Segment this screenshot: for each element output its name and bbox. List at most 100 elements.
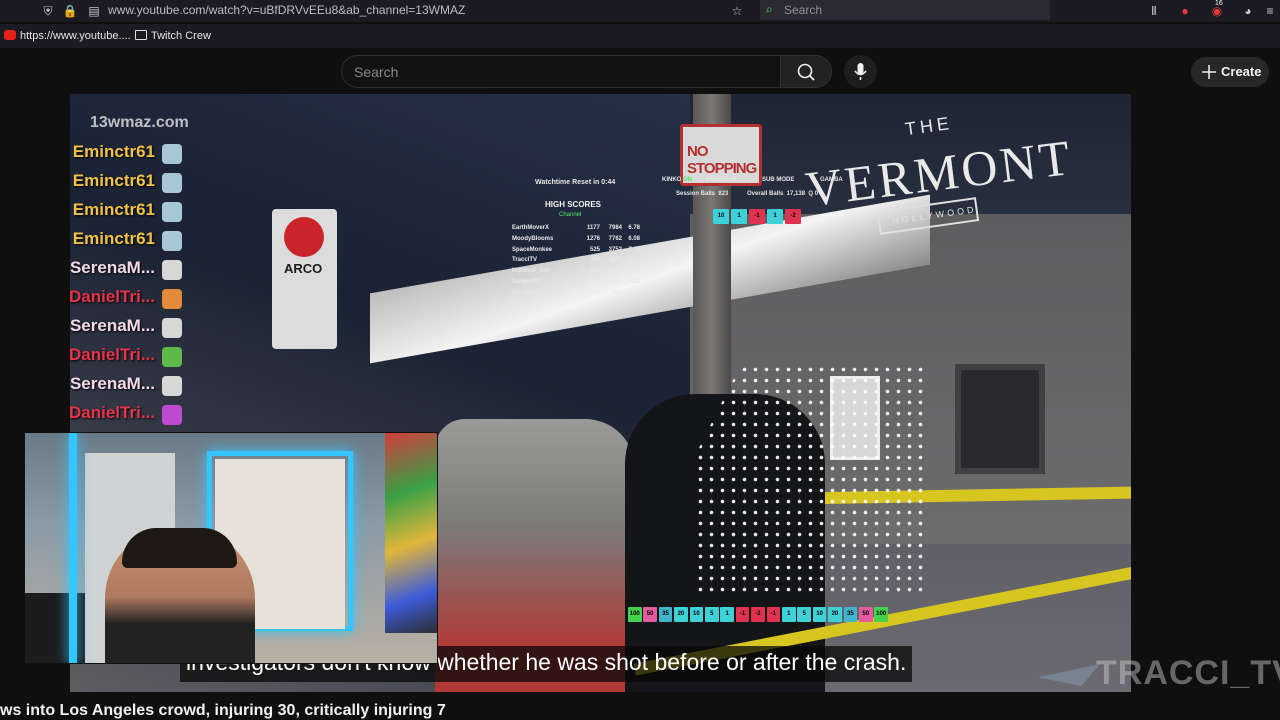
search-icon [797, 63, 815, 81]
bottom-score-chip: 50 [643, 607, 657, 622]
overall-balls-value: 17,138 [786, 191, 806, 197]
chat-emote-icon [162, 202, 182, 222]
high-score-name: BassMom [512, 289, 541, 296]
chat-username: SerenaM... [69, 316, 155, 335]
bookmark-twitch-crew[interactable]: Twitch Crew [135, 30, 211, 42]
bottom-score-chip: 5 [705, 607, 719, 622]
chat-message: DanielTri... [20, 403, 155, 429]
high-scores-title: HIGH SCORES [545, 200, 602, 209]
the-sign-text: THE [903, 112, 955, 140]
high-score-name: TracciTV [512, 257, 538, 264]
bottom-score-chip: 35 [843, 607, 858, 622]
bookmark-youtube[interactable]: https://www.youtube.... [4, 30, 131, 42]
chat-emote-icon [162, 405, 182, 425]
chat-message: SerenaM... [20, 374, 155, 400]
top-score-chip: 1 [767, 209, 783, 224]
url-text[interactable]: www.youtube.com/watch?v=uBfDRVvEEu8&ab_c… [108, 3, 465, 17]
chat-username: DanielTri... [69, 403, 155, 422]
folder-icon [135, 30, 147, 40]
arco-sign: ARCO [272, 209, 337, 349]
session-balls-label: Session Balls [676, 191, 716, 197]
freeplay-label: FREEPLAY [706, 177, 738, 183]
bottom-score-chip: -1 [735, 607, 750, 622]
arco-logo [284, 217, 324, 257]
chat-emote-icon [162, 347, 182, 367]
high-score-row: MoodyBlooms 1276 7762 6.08 [512, 236, 640, 246]
gamba-label: GAMBA [820, 177, 843, 183]
chat-message: Eminctr61 [20, 171, 155, 197]
bookmark-star-icon[interactable]: ☆ [729, 3, 745, 19]
bottom-score-chip: 20 [828, 607, 842, 622]
high-score-c: 5.36 [628, 268, 640, 275]
bottom-score-chip: 20 [674, 607, 688, 622]
overall-balls: Overall Balls 17,138 Q 0 [747, 191, 818, 197]
kinko-label: KINKO [662, 177, 682, 183]
menu-icon[interactable]: ≡ [1262, 3, 1278, 19]
youtube-search-input[interactable]: Search [341, 55, 781, 88]
high-score-c: 6.78 [628, 225, 640, 231]
high-score-row: Notional_Zen 242 1298 5.36 [512, 268, 640, 278]
top-score-chip: 1 [731, 209, 747, 224]
q-label: Q [808, 191, 814, 197]
high-score-row: famguy99 190 1104 5.81 [512, 279, 640, 289]
youtube-masthead: Search Create [0, 48, 1280, 94]
chat-username: SerenaM... [69, 374, 155, 393]
lock-icon[interactable]: 🔒 [62, 3, 78, 19]
high-score-name: SpaceMonkee [512, 246, 553, 253]
high-score-name: famguy99 [512, 279, 541, 285]
extension-red-icon[interactable]: ● [1177, 3, 1193, 19]
bookmark-label: https://www.youtube.... [20, 30, 131, 42]
chat-username: Eminctr61 [72, 200, 155, 219]
youtube-search-button[interactable] [780, 55, 832, 88]
library-icon[interactable]: Ⅱ [1146, 3, 1162, 19]
youtube-search-placeholder: Search [354, 64, 399, 80]
high-score-row: SpaceMonkee 525 3752 7.15 [512, 246, 640, 257]
kinko-state: ON [683, 177, 693, 183]
chat-message: SerenaM... [20, 316, 155, 342]
browser-search-placeholder: Search [784, 3, 823, 17]
chat-message: Eminctr61 [20, 229, 155, 255]
bottom-score-chip: 100 [628, 607, 642, 622]
bottom-score-chip: 5 [797, 607, 811, 622]
voice-search-button[interactable] [844, 55, 877, 88]
top-score-chip: 10 [713, 209, 729, 224]
chat-emote-icon [162, 144, 182, 164]
chat-emote-icon [162, 318, 182, 338]
high-score-c: 6.51 [628, 257, 640, 264]
browser-search-box[interactable]: ⌕ Search [760, 0, 1050, 20]
webcam-led-strip [69, 433, 77, 663]
bottom-score-chip: -2 [751, 607, 765, 622]
video-title: ws into Los Angeles crowd, injuring 30, … [0, 702, 446, 719]
high-score-c: 7.49 [628, 289, 640, 296]
account-icon[interactable]: ◕ [1240, 3, 1256, 19]
session-balls-value: 823 [718, 191, 729, 197]
page-info-icon[interactable]: ▤ [86, 3, 102, 19]
browser-url-bar: ⛨ 🔒 ▤ www.youtube.com/watch?v=uBfDRVvEEu… [0, 0, 1280, 22]
top-score-chip: -1 [749, 209, 765, 224]
high-score-c: 6.08 [628, 235, 640, 242]
create-button[interactable]: Create [1191, 57, 1269, 87]
overall-balls-label: Overall Balls [747, 191, 784, 197]
microphone-icon [854, 63, 867, 80]
chat-username: DanielTri... [69, 287, 155, 306]
bookmark-label: Twitch Crew [151, 30, 211, 42]
chat-username: Eminctr61 [72, 229, 155, 248]
webcam-streamer-hair [122, 528, 237, 568]
chat-message: Eminctr61 [20, 142, 155, 168]
chat-message: DanielTri... [20, 287, 155, 313]
session-balls: Session Balls 823 [676, 191, 728, 197]
bookmarks-toolbar: https://www.youtube.... Twitch Crew [0, 24, 1280, 48]
watchtime-reset-text: Watchtime Reset in 0:44 [535, 179, 616, 186]
high-score-row: TracciTV 389 2531 6.51 [512, 257, 640, 267]
chat-message: SerenaM... [20, 258, 155, 284]
streamer-watermark: TRACCI_TV [1096, 654, 1280, 692]
high-score-c: 7.15 [628, 246, 640, 253]
chat-emote-icon [162, 289, 182, 309]
shield-icon[interactable]: ⛨ [40, 3, 56, 19]
streamer-webcam [24, 432, 438, 664]
bottom-score-chip: 100 [874, 607, 888, 622]
no-stopping-text: NO STOPPING [687, 143, 757, 177]
high-score-name: Arke_c [512, 300, 533, 307]
high-score-row: BassMom 122 914 7.49 [512, 289, 640, 300]
chat-emote-icon [162, 260, 182, 280]
